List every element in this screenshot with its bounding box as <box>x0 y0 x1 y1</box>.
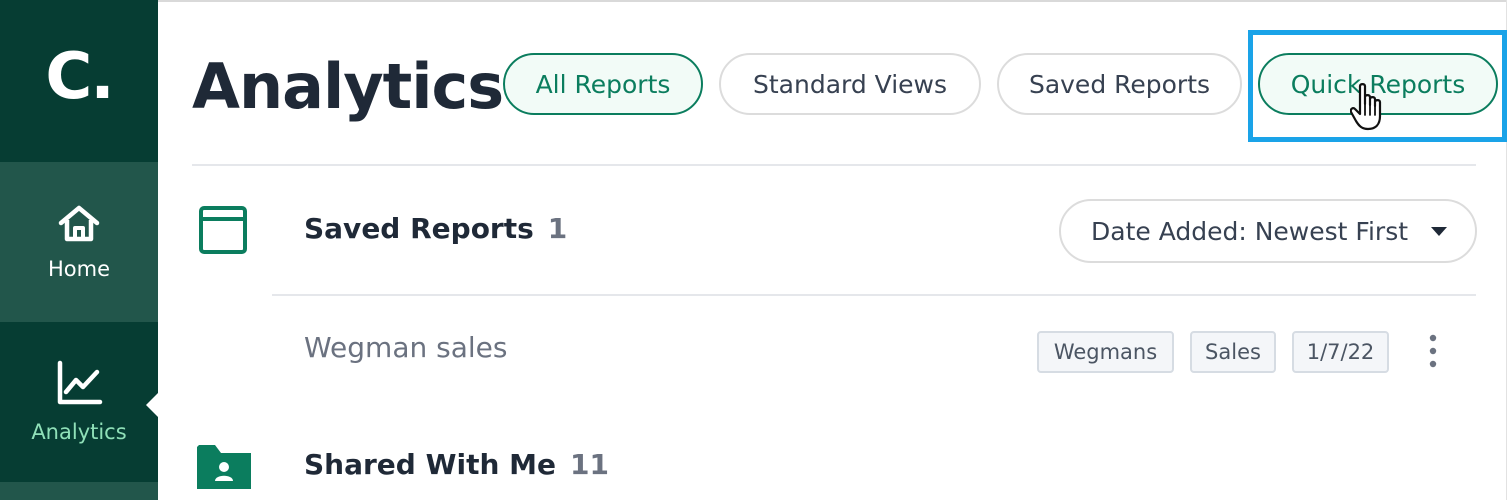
tag-date: 1/7/22 <box>1292 331 1389 373</box>
report-link-wegman-sales[interactable]: Wegman sales <box>304 331 507 364</box>
logo[interactable]: C. <box>0 0 158 162</box>
sidebar-item-next[interactable] <box>0 482 158 500</box>
tab-standard-views[interactable]: Standard Views <box>719 53 981 115</box>
saved-reports-heading: Saved Reports 1 <box>304 212 567 245</box>
tab-saved-reports[interactable]: Saved Reports <box>997 53 1242 115</box>
shared-with-me-heading: Shared With Me 11 <box>304 448 609 481</box>
sidebar-item-home[interactable]: Home <box>0 162 158 322</box>
section-title-text: Shared With Me <box>304 448 556 481</box>
sidebar-item-analytics[interactable]: Analytics <box>0 322 158 482</box>
caret-down-icon <box>1431 227 1447 236</box>
sort-label: Date Added: Newest First <box>1091 216 1409 246</box>
shared-folder-icon <box>197 445 251 489</box>
header-divider <box>192 164 1476 166</box>
saved-reports-count: 1 <box>547 212 568 245</box>
home-icon <box>58 205 100 242</box>
window-icon <box>199 206 247 254</box>
section-divider <box>272 294 1476 296</box>
shared-count: 11 <box>570 448 609 481</box>
logo-text: C. <box>45 40 114 114</box>
more-options-icon[interactable] <box>1422 333 1444 369</box>
line-chart-icon <box>57 360 103 405</box>
page-title: Analytics <box>192 50 504 123</box>
hand-cursor-icon <box>1350 83 1382 131</box>
tag-sales: Sales <box>1190 331 1276 373</box>
tag-wegmans: Wegmans <box>1037 331 1174 373</box>
tab-all-reports[interactable]: All Reports <box>503 53 703 115</box>
sidebar-item-label: Home <box>47 257 110 281</box>
section-title-text: Saved Reports <box>304 212 534 245</box>
active-nav-indicator <box>146 391 160 419</box>
sidebar: C. Home Analytics <box>0 0 160 500</box>
window-top-border <box>158 0 1512 2</box>
sidebar-item-label: Analytics <box>31 420 127 444</box>
sort-dropdown[interactable]: Date Added: Newest First <box>1059 199 1477 263</box>
app-window: C. Home Analytics Analytics All Reports … <box>0 0 1512 500</box>
